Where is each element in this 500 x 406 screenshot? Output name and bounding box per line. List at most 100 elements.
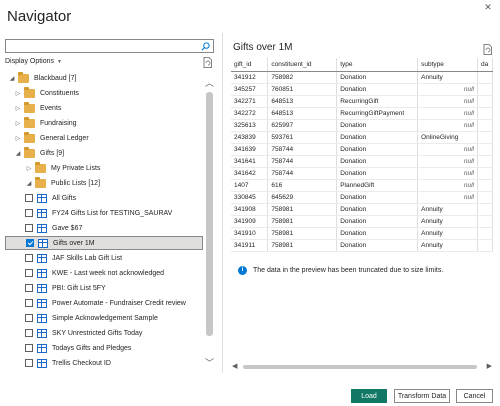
- expand-icon[interactable]: ▷: [25, 165, 33, 172]
- tree-table-item[interactable]: Todays Gifts and Pledges: [5, 341, 203, 355]
- tree-table-item[interactable]: SKY Unrestricted Gifts Today: [5, 326, 203, 340]
- table-row: 341641 758744 Donation null: [231, 155, 493, 168]
- tree-folder[interactable]: ◢ Public Lists [12]: [5, 176, 203, 190]
- table-cell: 341912: [231, 71, 269, 84]
- expand-icon[interactable]: ▷: [14, 120, 22, 127]
- tree-table-item[interactable]: KWE - Last week not acknowledged: [5, 266, 203, 280]
- tree-table-item[interactable]: Trellis Checkout ID: [5, 356, 203, 370]
- checkbox[interactable]: [25, 194, 33, 202]
- tree-table-item[interactable]: Simple Acknowledgement Sample: [5, 311, 203, 325]
- tree-folder[interactable]: ▷ My Private Lists: [5, 161, 203, 175]
- close-icon[interactable]: ✕: [483, 2, 493, 12]
- table-icon: [37, 313, 47, 323]
- checkbox[interactable]: [25, 359, 33, 367]
- table-cell: Donation: [336, 203, 419, 216]
- column-header[interactable]: type: [336, 58, 419, 72]
- scroll-up-icon[interactable]: ︿: [204, 76, 215, 88]
- table-icon: [37, 298, 47, 308]
- tree-folder[interactable]: ◢ Gifts [9]: [5, 146, 203, 160]
- column-header[interactable]: constituent_id: [267, 58, 338, 72]
- tree-table-item[interactable]: PBI: Gift List 5FY: [5, 281, 203, 295]
- table-cell: 325613: [231, 119, 269, 132]
- checkbox[interactable]: [25, 269, 33, 277]
- column-header[interactable]: da: [477, 58, 493, 72]
- checkbox[interactable]: [25, 209, 33, 217]
- tree-item-label: JAF Skills Lab Gift List: [52, 254, 123, 262]
- search-field[interactable]: [5, 39, 214, 53]
- tree-folder[interactable]: ◢ Blackbaud [7]: [5, 71, 203, 85]
- table-row: 341909 758981 Donation Annuity: [231, 215, 493, 228]
- tree-table-item[interactable]: Power Automate - Fundraiser Credit revie…: [5, 296, 203, 310]
- tree-table-item[interactable]: Gifts over 1M: [5, 236, 203, 250]
- checkbox[interactable]: [25, 344, 33, 352]
- tree-scrollbar[interactable]: ︿ ﹀: [204, 74, 215, 370]
- table-cell: null: [417, 167, 478, 180]
- checkbox[interactable]: [25, 329, 33, 337]
- tree-item-label: Gave $67: [52, 224, 83, 232]
- table-cell: [477, 71, 493, 84]
- checkbox[interactable]: [25, 314, 33, 322]
- transform-data-button[interactable]: Transform Data: [394, 389, 450, 403]
- hscrollbar-thumb[interactable]: [243, 365, 477, 369]
- table-cell: null: [417, 143, 478, 156]
- display-options-dropdown[interactable]: Display Options ▼: [5, 58, 62, 65]
- table-cell: OnlineGiving: [417, 131, 478, 144]
- table-row: 341912 758982 Donation Annuity: [231, 71, 493, 84]
- search-input[interactable]: [6, 40, 196, 52]
- table-cell: [477, 191, 493, 204]
- tree-item-label: Events: [40, 104, 62, 112]
- table-cell: Annuity: [417, 227, 478, 240]
- column-header[interactable]: subtype: [417, 58, 478, 72]
- table-cell: [477, 239, 493, 252]
- load-button[interactable]: Load: [351, 389, 387, 403]
- scrollbar-thumb[interactable]: [206, 92, 213, 336]
- scroll-down-icon[interactable]: ﹀: [204, 356, 215, 368]
- checkbox[interactable]: [25, 224, 33, 232]
- table-cell: Annuity: [417, 203, 478, 216]
- column-header[interactable]: gift_id: [231, 58, 269, 72]
- preview-page-icon[interactable]: [483, 44, 492, 55]
- tree-table-item[interactable]: Gave $67: [5, 221, 203, 235]
- tree-folder[interactable]: ▷ Fundraising: [5, 116, 203, 130]
- checkbox[interactable]: [25, 254, 33, 262]
- expand-icon[interactable]: ▷: [14, 90, 22, 97]
- tree-table-item[interactable]: JAF Skills Lab Gift List: [5, 251, 203, 265]
- tree-item-label: Power Automate - Fundraiser Credit revie…: [52, 299, 186, 307]
- scroll-left-icon[interactable]: ◀: [232, 362, 237, 370]
- search-icon[interactable]: [201, 42, 210, 51]
- tree-folder[interactable]: ▷ Constituents: [5, 86, 203, 100]
- preview-horizontal-scrollbar[interactable]: ◀ ▶: [231, 362, 493, 372]
- collapse-icon[interactable]: ◢: [25, 180, 33, 187]
- checkbox[interactable]: [26, 239, 34, 247]
- checkbox[interactable]: [25, 284, 33, 292]
- table-cell: 341908: [231, 203, 269, 216]
- table-cell: Donation: [336, 227, 419, 240]
- table-cell: null: [417, 83, 478, 96]
- table-cell: Donation: [336, 155, 419, 168]
- collapse-icon[interactable]: ◢: [8, 75, 16, 82]
- table-cell: RecurringGift: [336, 95, 419, 108]
- tree-table-item[interactable]: All Gifts: [5, 191, 203, 205]
- window-title: Navigator: [7, 8, 72, 25]
- expand-icon[interactable]: ▷: [14, 135, 22, 142]
- table-cell: [477, 167, 493, 180]
- expand-icon[interactable]: ▷: [14, 105, 22, 112]
- table-cell: 616: [267, 179, 338, 192]
- folder-icon: [24, 101, 35, 113]
- tree-folder[interactable]: ▷ General Ledger: [5, 131, 203, 145]
- table-cell: null: [417, 155, 478, 168]
- table-cell: Donation: [336, 83, 419, 96]
- table-cell: Donation: [336, 215, 419, 228]
- folder-icon: [24, 146, 35, 158]
- refresh-page-icon[interactable]: [203, 57, 212, 68]
- table-cell: 341911: [231, 239, 269, 252]
- scroll-right-icon[interactable]: ▶: [487, 362, 492, 370]
- collapse-icon[interactable]: ◢: [14, 150, 22, 157]
- table-row: 342271 648513 RecurringGift null: [231, 95, 493, 108]
- tree-folder[interactable]: ▷ Events: [5, 101, 203, 115]
- table-cell: [477, 155, 493, 168]
- checkbox[interactable]: [25, 299, 33, 307]
- tree-table-item[interactable]: FY24 Gifts List for TESTING_SAURAV: [5, 206, 203, 220]
- cancel-button[interactable]: Cancel: [456, 389, 493, 403]
- table-row: 325613 625997 Donation null: [231, 119, 493, 132]
